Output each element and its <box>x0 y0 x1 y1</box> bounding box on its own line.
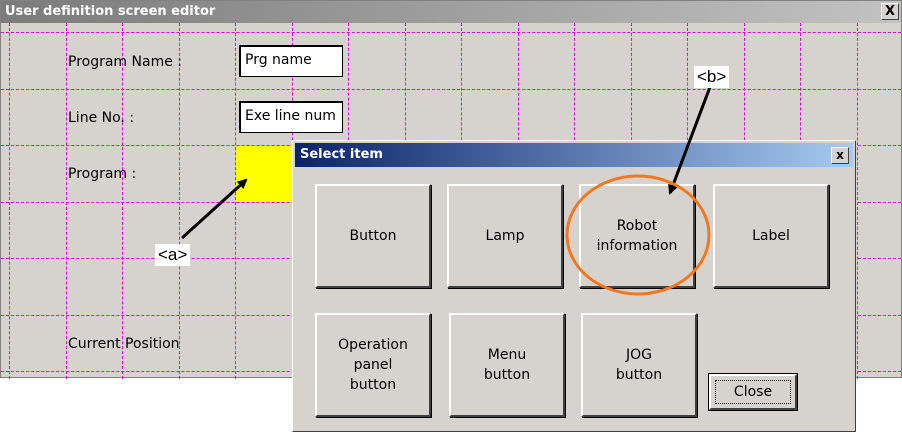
dialog-close-icon[interactable]: x <box>831 147 849 164</box>
callout-a: <a> <box>155 244 191 266</box>
current-position-label[interactable]: Current Position <box>68 336 180 352</box>
focus-rectangle <box>715 380 791 404</box>
program-display-box[interactable] <box>236 146 292 202</box>
close-button[interactable]: Close <box>709 374 797 410</box>
grid-line <box>179 23 180 379</box>
grid-line <box>857 23 858 379</box>
dialog-title: Select item <box>300 147 383 162</box>
program-name-label[interactable]: Program Name : <box>68 54 182 70</box>
grid-line <box>122 23 123 379</box>
select-item-dialog: Select item x Button Lamp Robot informat… <box>292 140 856 432</box>
grid-line <box>9 23 10 379</box>
editor-title: User definition screen editor <box>5 4 216 19</box>
editor-titlebar[interactable]: User definition screen editor X <box>1 1 901 23</box>
button-item-button[interactable]: Button <box>315 184 431 288</box>
dialog-titlebar[interactable]: Select item x <box>295 143 853 167</box>
line-no-label[interactable]: Line No. : <box>68 110 134 126</box>
label-item-button[interactable]: Label <box>713 184 829 288</box>
robot-information-item-button[interactable]: Robot information <box>579 184 695 288</box>
lamp-item-button[interactable]: Lamp <box>447 184 563 288</box>
grid-line <box>66 23 67 379</box>
line-number-field[interactable]: Exe line num <box>239 101 343 133</box>
menu-button-item-button[interactable]: Menu button <box>449 313 565 417</box>
program-name-field[interactable]: Prg name <box>239 45 343 77</box>
operation-panel-button-item-button[interactable]: Operation panel button <box>315 313 431 417</box>
jog-button-item-button[interactable]: JOG button <box>581 313 697 417</box>
editor-close-button[interactable]: X <box>881 3 899 20</box>
grid-line <box>1 32 901 33</box>
callout-b: <b> <box>694 66 730 88</box>
program-label[interactable]: Program : <box>68 166 136 182</box>
grid-line <box>1 89 901 90</box>
